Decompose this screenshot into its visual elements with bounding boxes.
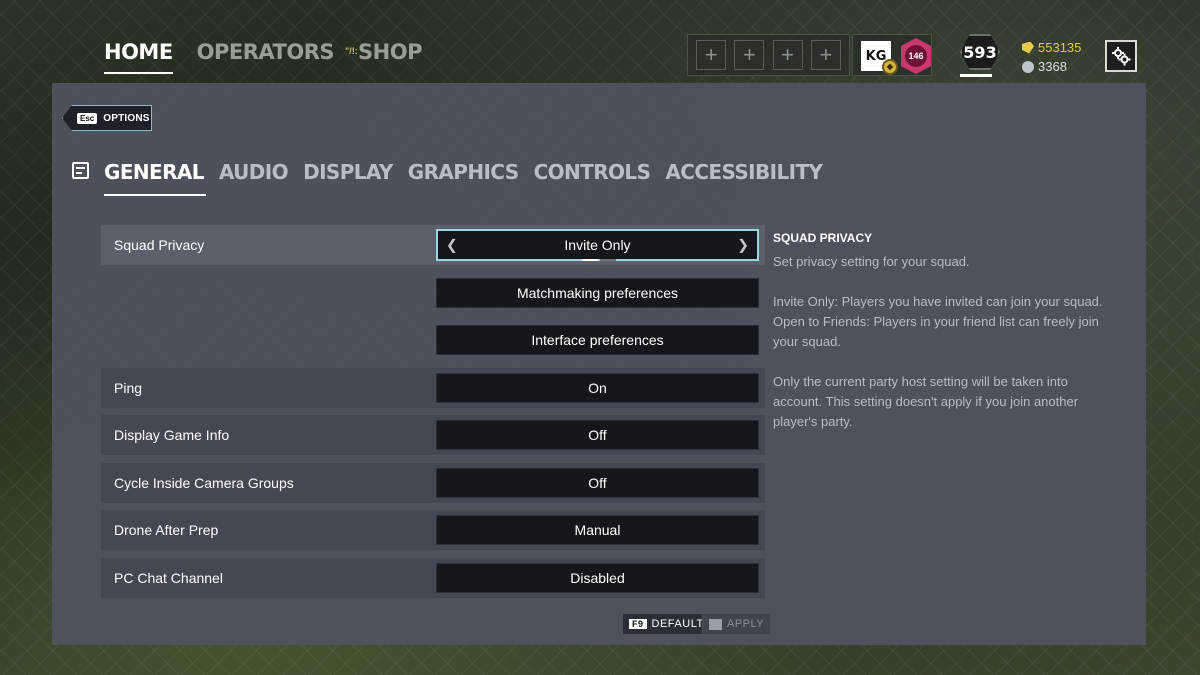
description-invite-only: Invite Only: Players you have invited ca…: [773, 294, 1103, 309]
setting-row-cycle-camera[interactable]: Cycle Inside Camera Groups Off: [101, 463, 765, 503]
options-back-button[interactable]: Esc OPTIONS: [62, 105, 152, 131]
description-note: Only the current party host setting will…: [773, 374, 1079, 429]
credits-amount: 3368: [1038, 59, 1067, 74]
pager-dot: [600, 259, 616, 261]
setting-description: SQUAD PRIVACY Set privacy setting for yo…: [773, 228, 1103, 452]
key-icon: [709, 618, 722, 630]
nav-tab-operators[interactable]: OPERATORS: [197, 40, 335, 74]
display-game-info-selector[interactable]: Off: [436, 420, 759, 450]
cycle-camera-selector[interactable]: Off: [436, 468, 759, 498]
options-title: OPTIONS: [103, 112, 150, 124]
currency-display: 553135 3368: [1022, 40, 1081, 74]
tab-controls[interactable]: CONTROLS: [534, 160, 651, 196]
pager-dot-active: [582, 259, 598, 261]
gold-medal-icon: ◆: [882, 59, 898, 75]
setting-row-display-game-info[interactable]: Display Game Info Off: [101, 415, 765, 455]
squad-slot-1[interactable]: +: [696, 40, 727, 70]
squad-slot-3[interactable]: +: [772, 40, 803, 70]
setting-row-interface: Interface preferences: [101, 320, 765, 360]
option-pager: [582, 259, 616, 261]
setting-row-matchmaking: Matchmaking preferences: [101, 273, 765, 313]
setting-label: Drone After Prep: [114, 522, 219, 538]
apply-label: APPLY: [727, 618, 765, 630]
chevron-right-icon[interactable]: ❯: [737, 237, 749, 254]
gear-icon: [1112, 47, 1131, 66]
setting-label: Ping: [114, 380, 143, 396]
tab-general[interactable]: GENERAL: [104, 160, 206, 196]
apply-button[interactable]: APPLY: [702, 613, 772, 635]
default-button[interactable]: F9 DEFAULT: [622, 613, 711, 635]
tab-display[interactable]: DISPLAY: [303, 160, 393, 196]
tab-accessibility[interactable]: ACCESSIBILITY: [665, 160, 823, 196]
description-open-to-friends: Open to Friends: Players in your friend …: [773, 314, 1099, 349]
setting-label: PC Chat Channel: [114, 570, 223, 586]
setting-label: Display Game Info: [114, 427, 230, 443]
credits-row: 3368: [1022, 59, 1081, 74]
default-label: DEFAULT: [651, 618, 704, 630]
pc-chat-selector[interactable]: Disabled: [436, 563, 759, 593]
top-nav: HOME OPERATORS SHOP: [104, 40, 422, 80]
settings-button[interactable]: [1105, 40, 1137, 72]
setting-row-drone-after-prep[interactable]: Drone After Prep Manual: [101, 510, 765, 550]
setting-row-ping[interactable]: Ping On: [101, 368, 765, 408]
description-summary: Set privacy setting for your squad.: [773, 254, 970, 269]
chevron-left-icon[interactable]: ❮: [446, 237, 458, 254]
squad-privacy-selector[interactable]: ❮ Invite Only ❯: [436, 229, 759, 261]
interface-preferences-button[interactable]: Interface preferences: [436, 325, 759, 355]
setting-label: Cycle Inside Camera Groups: [114, 475, 294, 491]
squad-slot-4[interactable]: +: [810, 40, 841, 70]
rank-badge-icon[interactable]: 146: [901, 38, 931, 74]
setting-value: Invite Only: [564, 237, 631, 253]
tab-switch-icon: [72, 162, 89, 179]
squad-slots: + + + +: [687, 34, 850, 76]
player-level[interactable]: 593: [960, 34, 1000, 70]
nav-tab-shop[interactable]: SHOP: [358, 40, 422, 74]
esc-key-icon: Esc: [77, 112, 98, 124]
setting-label: Squad Privacy: [114, 237, 205, 253]
tab-audio[interactable]: AUDIO: [219, 160, 289, 196]
tab-graphics[interactable]: GRAPHICS: [408, 160, 519, 196]
drone-after-prep-selector[interactable]: Manual: [436, 515, 759, 545]
matchmaking-preferences-button[interactable]: Matchmaking preferences: [436, 278, 759, 308]
nav-tab-home[interactable]: HOME: [104, 40, 173, 74]
ping-selector[interactable]: On: [436, 373, 759, 403]
setting-row-squad-privacy[interactable]: Squad Privacy ❮ Invite Only ❯: [101, 225, 765, 265]
renown-amount: 553135: [1038, 40, 1082, 55]
f9-key-icon: F9: [629, 619, 647, 629]
shop-new-indicator: "/!:: [345, 46, 358, 56]
credits-icon: [1022, 60, 1034, 73]
options-tabs: GENERAL AUDIO DISPLAY GRAPHICS CONTROLS …: [104, 160, 823, 196]
rank-number: 146: [905, 45, 927, 67]
squad-slot-2[interactable]: +: [734, 40, 765, 70]
setting-row-pc-chat[interactable]: PC Chat Channel Disabled: [101, 558, 765, 598]
renown-row: 553135: [1022, 40, 1081, 55]
level-progress-bar: [960, 74, 1000, 77]
level-progress-fill: [960, 74, 992, 77]
player-badges: KG ◆ 146: [852, 34, 932, 76]
description-title: SQUAD PRIVACY: [773, 231, 873, 245]
renown-icon: [1022, 41, 1034, 54]
